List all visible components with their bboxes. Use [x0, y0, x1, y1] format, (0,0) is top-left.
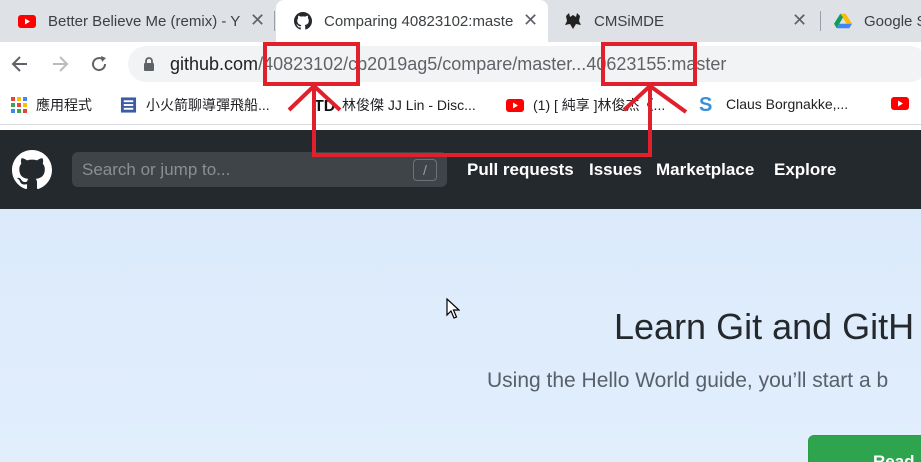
- google-drive-icon: [834, 12, 852, 30]
- github-header: Search or jump to... / Pull requests Iss…: [0, 130, 921, 209]
- browser-tab-strip: Better Believe Me (remix) - Y ✕ Comparin…: [0, 0, 921, 42]
- hero-subtitle: Using the Hello World guide, you’ll star…: [487, 369, 889, 392]
- bookmark-item[interactable]: 小火箭聊導彈飛船...: [120, 95, 270, 115]
- bookmark-item[interactable]: TD 林俊傑 JJ Lin - Disc...: [314, 95, 476, 115]
- tab-close-icon[interactable]: ✕: [250, 10, 265, 31]
- tab-cmsimde[interactable]: CMSiMDE ✕: [552, 0, 816, 42]
- bookmark-label: 應用程式: [36, 97, 92, 113]
- url-part: 40623155: [586, 54, 667, 74]
- tab-github-compare[interactable]: Comparing 40823102:maste ✕: [276, 0, 548, 42]
- lock-icon: [144, 57, 154, 71]
- back-button[interactable]: [6, 50, 34, 78]
- read-guide-button[interactable]: Read: [808, 435, 921, 462]
- tab-youtube[interactable]: Better Believe Me (remix) - Y ✕: [0, 0, 272, 42]
- nav-pull-requests[interactable]: Pull requests: [467, 160, 574, 180]
- mouse-cursor-icon: [446, 298, 460, 319]
- bookmark-apps[interactable]: 應用程式: [10, 95, 92, 115]
- bookmark-item[interactable]: (1) [ 純享 ]林俊杰《...: [506, 95, 665, 115]
- bookmark-label: 林俊傑 JJ Lin - Disc...: [342, 97, 476, 113]
- tab-title: CMSiMDE: [594, 12, 664, 30]
- browser-toolbar: github.com/40823102/cp2019ag5/compare/ma…: [0, 42, 921, 87]
- reload-icon: [92, 56, 107, 72]
- url-part: /cp2019ag5/compare/master...: [343, 54, 587, 74]
- back-arrow-icon: [11, 56, 27, 72]
- github-search-input[interactable]: Search or jump to... /: [72, 152, 447, 187]
- youtube-icon: [506, 97, 524, 114]
- url-text[interactable]: github.com/40823102/cp2019ag5/compare/ma…: [170, 54, 726, 75]
- address-bar[interactable]: github.com/40823102/cp2019ag5/compare/ma…: [128, 46, 921, 82]
- apps-grid-icon: [10, 97, 27, 114]
- reload-button[interactable]: [85, 50, 113, 78]
- bookmark-label: Claus Borgnakke,...: [726, 95, 849, 112]
- bookmarks-bar: 應用程式 小火箭聊導彈飛船... TD 林俊傑 JJ Lin - Disc...…: [0, 87, 921, 125]
- bookmark-item[interactable]: S Claus Borgnakke,...: [697, 94, 849, 114]
- tab-title: Google S: [864, 12, 921, 30]
- tab-close-icon[interactable]: ✕: [523, 10, 538, 31]
- url-part: :master: [666, 54, 727, 74]
- tab-separator: [274, 11, 275, 31]
- svg-text:TD: TD: [314, 98, 335, 114]
- bookmark-label: (1) [ 純享 ]林俊杰《...: [533, 97, 666, 113]
- youtube-icon: [891, 95, 909, 112]
- jjlin-td-icon: TD: [314, 97, 336, 114]
- url-host: github.com: [170, 54, 259, 74]
- hero-section: Learn Git and GitH Using the Hello World…: [0, 209, 921, 462]
- cmsimde-icon: [564, 12, 582, 30]
- tab-close-icon[interactable]: ✕: [792, 10, 807, 31]
- github-icon: [294, 12, 312, 30]
- s-logo-icon: S: [697, 94, 717, 114]
- bookmark-label: 小火箭聊導彈飛船...: [146, 97, 270, 113]
- tab-title: Better Believe Me (remix) - Y: [48, 12, 241, 30]
- forward-arrow-icon: [53, 56, 69, 72]
- url-part: 40823102: [263, 54, 344, 74]
- nav-marketplace[interactable]: Marketplace: [656, 160, 754, 180]
- github-logo-icon[interactable]: [12, 150, 52, 195]
- page-icon: [120, 97, 137, 114]
- tab-google[interactable]: Google S: [820, 0, 921, 42]
- hero-title: Learn Git and GitH: [614, 306, 915, 347]
- search-placeholder: Search or jump to...: [82, 160, 231, 179]
- nav-explore[interactable]: Explore: [774, 160, 836, 180]
- slash-shortcut-key: /: [413, 159, 437, 181]
- bookmark-item[interactable]: [891, 95, 918, 112]
- youtube-icon: [18, 12, 36, 30]
- forward-button[interactable]: [46, 50, 74, 78]
- nav-issues[interactable]: Issues: [589, 160, 642, 180]
- tab-title: Comparing 40823102:maste: [324, 12, 514, 30]
- svg-text:S: S: [699, 94, 712, 114]
